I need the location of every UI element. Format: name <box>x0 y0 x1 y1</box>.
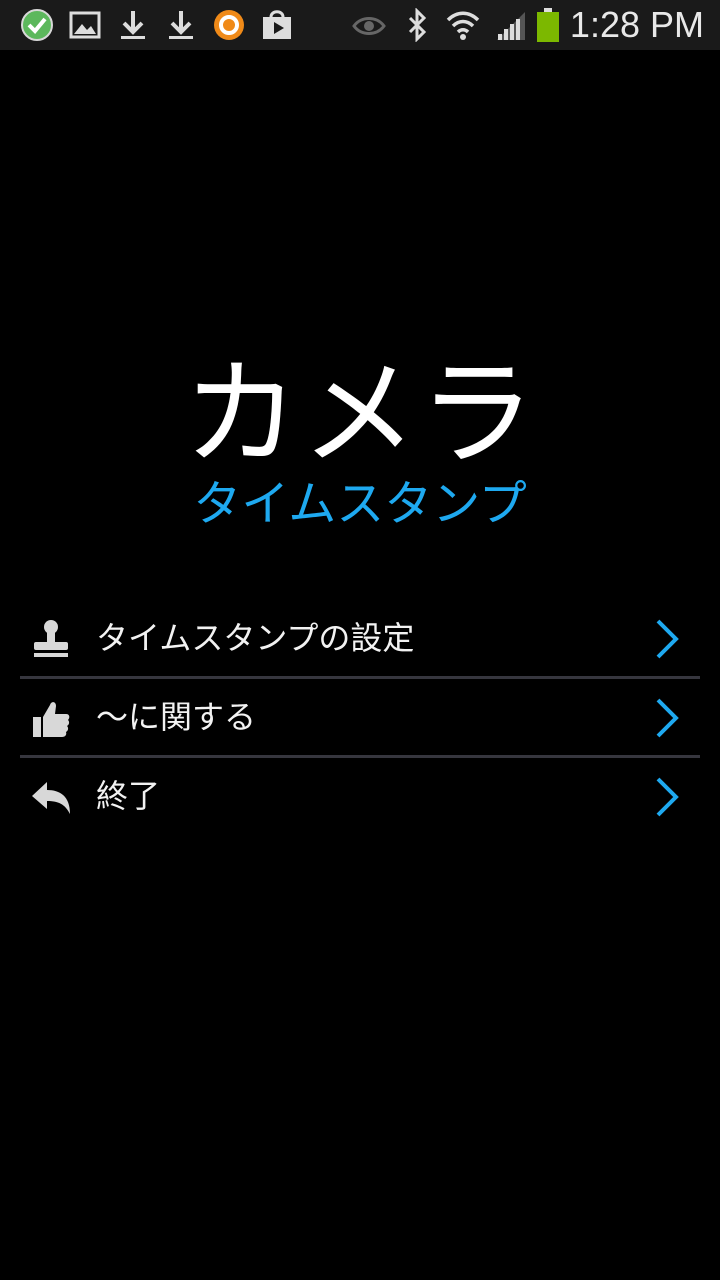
download-icon <box>169 11 193 39</box>
menu-item-timestamp-settings[interactable]: タイムスタンプの設定 <box>20 600 700 679</box>
thumbs-up-icon <box>33 702 70 737</box>
eye-icon <box>352 17 386 35</box>
status-time: 1:28 PM <box>569 4 704 45</box>
stamp-icon <box>34 620 68 657</box>
bluetooth-icon <box>408 8 427 42</box>
image-icon <box>69 11 101 39</box>
back-arrow-icon <box>32 782 70 814</box>
app-subtitle: タイムスタンプ <box>193 476 527 532</box>
app-title-block: カメラ タイムスタンプ <box>0 347 720 533</box>
shopping-bag-icon <box>263 10 291 39</box>
app-title: カメラ <box>183 347 537 482</box>
main-menu: タイムスタンプの設定 ～に関する 終了 <box>20 600 700 834</box>
chevron-right-icon <box>656 698 679 738</box>
battery-icon <box>537 8 559 42</box>
chevron-right-icon <box>656 619 679 659</box>
menu-item-label: 終了 <box>96 777 161 815</box>
menu-item-label: タイムスタンプの設定 <box>96 619 415 657</box>
menu-item-label: ～に関する <box>96 698 257 736</box>
status-bar: 1:28 PM <box>0 0 720 50</box>
download-icon <box>121 11 145 39</box>
chevron-right-icon <box>656 777 679 817</box>
signal-icon <box>497 12 525 40</box>
avast-icon <box>214 10 244 40</box>
check-circle-icon <box>21 9 53 41</box>
menu-item-exit[interactable]: 終了 <box>20 758 700 834</box>
wifi-icon <box>446 11 480 40</box>
menu-item-about[interactable]: ～に関する <box>20 679 700 758</box>
